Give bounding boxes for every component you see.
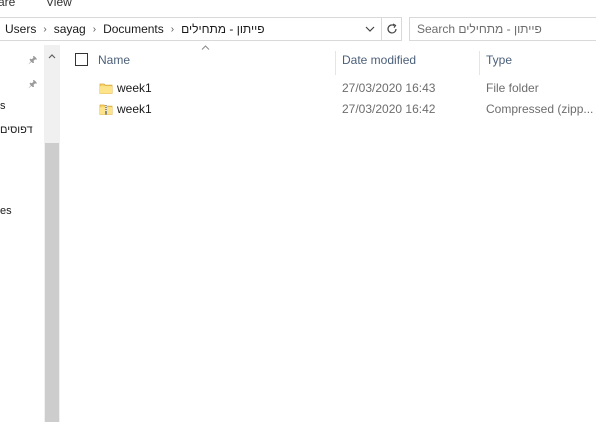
nav-scrollbar[interactable]	[44, 45, 60, 422]
breadcrumb-sayag[interactable]: sayag	[49, 22, 91, 36]
file-list: Name Date modified Type week1 27/03/2020…	[60, 45, 596, 422]
file-type: File folder	[486, 81, 539, 95]
address-row: Users › sayag › Documents › פייתון - מתח…	[0, 13, 596, 45]
column-header-name[interactable]: Name	[98, 53, 130, 67]
chevron-right-icon[interactable]: ›	[169, 24, 176, 35]
file-row[interactable]: week1 27/03/2020 16:43 File folder	[60, 78, 596, 99]
chevron-right-icon[interactable]: ›	[41, 24, 48, 35]
file-date-modified: 27/03/2020 16:43	[342, 81, 436, 95]
breadcrumb-current-folder[interactable]: פייתון - מתחילים	[176, 22, 269, 36]
address-bar[interactable]: Users › sayag › Documents › פייתון - מתח…	[0, 17, 382, 41]
search-input[interactable]	[410, 18, 596, 40]
chevron-right-icon[interactable]: ›	[91, 24, 98, 35]
zip-folder-icon	[99, 102, 113, 116]
breadcrumb-documents[interactable]: Documents	[98, 22, 169, 36]
ribbon: are View	[0, 0, 596, 12]
pin-icon[interactable]: 🖈	[28, 53, 37, 70]
breadcrumb-users[interactable]: Users	[0, 22, 41, 36]
column-header-row: Name Date modified Type	[60, 51, 596, 75]
scroll-thumb[interactable]	[45, 143, 59, 422]
scroll-up-icon[interactable]	[44, 45, 60, 67]
column-header-type[interactable]: Type	[486, 53, 512, 67]
nav-item[interactable]: דפוסים	[0, 124, 33, 136]
file-date-modified: 27/03/2020 16:42	[342, 102, 436, 116]
nav-item[interactable]: s	[0, 100, 6, 112]
search-box[interactable]	[409, 17, 596, 41]
file-row[interactable]: week1 27/03/2020 16:42 Compressed (zipp.…	[60, 99, 596, 120]
column-divider[interactable]	[335, 51, 336, 75]
refresh-icon	[386, 23, 397, 34]
refresh-button[interactable]	[382, 17, 402, 41]
ribbon-tab-view[interactable]: View	[46, 0, 72, 9]
file-name[interactable]: week1	[117, 81, 152, 95]
nav-item[interactable]: es	[0, 205, 12, 217]
pin-icon[interactable]: 🖈	[28, 77, 37, 94]
ribbon-tab-share[interactable]: are	[0, 0, 15, 9]
navigation-pane: 🖈 🖈 s דפוסים es	[0, 45, 44, 422]
file-name[interactable]: week1	[117, 102, 152, 116]
file-type: Compressed (zipp...	[486, 102, 594, 116]
chevron-down-icon[interactable]	[359, 18, 381, 40]
select-all-checkbox[interactable]	[75, 53, 88, 66]
column-divider[interactable]	[479, 51, 480, 75]
column-header-date[interactable]: Date modified	[342, 53, 416, 67]
folder-icon	[99, 81, 113, 95]
